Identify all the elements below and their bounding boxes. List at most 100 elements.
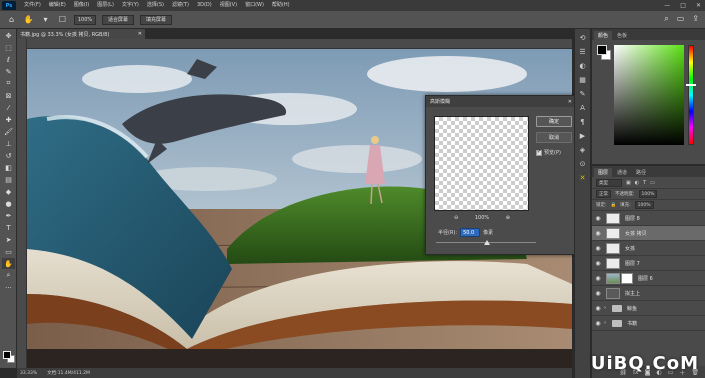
filter-shape-icon[interactable]: ▭ — [650, 180, 655, 186]
close-tab-icon[interactable]: ✕ — [138, 31, 142, 37]
workspace-icon[interactable]: ▭ — [677, 14, 685, 24]
history-brush-tool-icon[interactable]: ↺ — [2, 150, 15, 161]
maximize-button[interactable]: □ — [680, 2, 686, 9]
blur-tool-icon[interactable]: ◆ — [2, 186, 15, 197]
group-expand-chevron-icon[interactable]: › — [604, 305, 606, 311]
healing-brush-tool-icon[interactable]: ✚ — [2, 114, 15, 125]
visibility-eye-icon[interactable]: ◉ — [592, 305, 604, 312]
menu-filter[interactable]: 滤镜(T) — [168, 0, 193, 11]
clone-stamp-tool-icon[interactable]: ⊥ — [2, 138, 15, 149]
visibility-eye-icon[interactable]: ◉ — [592, 275, 604, 282]
menu-select[interactable]: 选择(S) — [143, 0, 168, 11]
lock-icon[interactable]: 🔒 — [611, 203, 617, 208]
preview-checkbox[interactable]: ✓ — [536, 149, 542, 156]
radius-input[interactable]: 50.0 — [460, 228, 481, 237]
share-icon[interactable]: ⇪ — [692, 14, 699, 24]
adjustments-panel-icon[interactable]: ◐ — [577, 60, 588, 71]
vertical-ruler[interactable] — [17, 39, 27, 368]
preview-checkbox-row[interactable]: ✓ 预览(P) — [536, 149, 561, 156]
layer-kind-filter[interactable]: 类型 — [596, 178, 622, 187]
eyedropper-tool-icon[interactable]: ⁄ — [2, 102, 15, 113]
quick-select-tool-icon[interactable]: ✎ — [2, 66, 15, 77]
styles-panel-icon[interactable]: ◈ — [577, 144, 588, 155]
crop-tool-icon[interactable]: ⌗ — [2, 78, 15, 89]
actions-panel-icon[interactable]: ▶ — [577, 130, 588, 141]
search-icon[interactable]: ⌕ — [664, 14, 668, 24]
scroll-all-windows-checkbox[interactable]: ☐ — [57, 14, 68, 25]
fit-screen-button[interactable]: 适合屏幕 — [102, 14, 135, 25]
rectangle-tool-icon[interactable]: ▭ — [2, 246, 15, 257]
pen-tool-icon[interactable]: ✒ — [2, 210, 15, 221]
type-tool-icon[interactable]: T — [2, 222, 15, 233]
blur-preview-pane[interactable] — [434, 116, 529, 211]
layer-group-row[interactable]: ◉ › 书籍 — [592, 316, 705, 331]
horizontal-ruler[interactable] — [27, 39, 572, 49]
filter-pixel-icon[interactable]: ▣ — [626, 180, 631, 186]
zoom-tool-icon[interactable]: ⌕ — [2, 270, 15, 281]
visibility-eye-icon[interactable]: ◉ — [592, 215, 604, 222]
visibility-eye-icon[interactable]: ◉ — [592, 230, 604, 237]
panel-foreground-swatch[interactable] — [597, 45, 607, 55]
blend-mode-select[interactable]: 正常 — [596, 190, 611, 198]
history-panel-icon[interactable]: ⟲ — [577, 32, 588, 43]
hue-slider[interactable] — [688, 45, 694, 145]
layer-row[interactable]: ◉ 拟主上 — [592, 286, 705, 301]
zoom-out-icon[interactable]: ⊖ — [454, 215, 458, 221]
foreground-color-swatch[interactable] — [3, 351, 11, 359]
eraser-tool-icon[interactable]: ◧ — [2, 162, 15, 173]
path-selection-tool-icon[interactable]: ➤ — [2, 234, 15, 245]
lasso-tool-icon[interactable]: ℓ — [2, 54, 15, 65]
dialog-close-icon[interactable]: ✕ — [568, 99, 572, 105]
opacity-field[interactable]: 100% — [638, 190, 658, 198]
navigator-panel-icon[interactable]: ⊙ — [577, 158, 588, 169]
properties-panel-icon[interactable]: ☰ — [577, 46, 588, 57]
tab-paths[interactable]: 路径 — [632, 168, 650, 177]
hand-tool-icon[interactable]: ✋ — [2, 258, 15, 269]
menu-3d[interactable]: 3D(D) — [193, 0, 216, 11]
zoom-in-icon[interactable]: ⊕ — [506, 215, 510, 221]
gradient-tool-icon[interactable]: ▤ — [2, 174, 15, 185]
status-zoom[interactable]: 33.33% — [20, 371, 37, 376]
more-tools-icon[interactable]: ··· — [2, 282, 15, 293]
close-window-button[interactable]: ✕ — [696, 2, 701, 9]
visibility-eye-icon[interactable]: ◉ — [592, 290, 604, 297]
visibility-eye-icon[interactable]: ◉ — [592, 260, 604, 267]
dodge-tool-icon[interactable]: ● — [2, 198, 15, 209]
home-icon[interactable]: ⌂ — [6, 14, 17, 25]
dialog-title-bar[interactable]: 高斯模糊 ✕ — [426, 96, 576, 107]
brushes-panel-icon[interactable]: ✎ — [577, 88, 588, 99]
layer-group-row[interactable]: ◉ › 鲸鱼 — [592, 301, 705, 316]
menu-layer[interactable]: 图层(L) — [93, 0, 118, 11]
tab-layers[interactable]: 图层 — [594, 168, 613, 177]
filter-adjust-icon[interactable]: ◐ — [635, 180, 639, 186]
menu-help[interactable]: 帮助(H) — [268, 0, 294, 11]
group-expand-chevron-icon[interactable]: › — [604, 320, 606, 326]
layer-row[interactable]: ◉ 图层 6 — [592, 271, 705, 286]
color-picker-field[interactable] — [614, 45, 684, 145]
tools-cross-icon[interactable]: ✕ — [577, 172, 588, 183]
tab-swatches[interactable]: 色板 — [613, 31, 631, 40]
fill-screen-button[interactable]: 填充屏幕 — [140, 14, 173, 25]
tab-color[interactable]: 颜色 — [594, 31, 613, 40]
marquee-tool-icon[interactable]: ⬚ — [2, 42, 15, 53]
libraries-panel-icon[interactable]: ▦ — [577, 74, 588, 85]
menu-file[interactable]: 文件(F) — [20, 0, 45, 11]
layer-row[interactable]: ◉ 图层 7 — [592, 256, 705, 271]
hue-slider-marker[interactable] — [686, 84, 696, 86]
layer-row[interactable]: ◉ 女孩 — [592, 241, 705, 256]
menu-window[interactable]: 窗口(W) — [241, 0, 268, 11]
radius-slider-thumb[interactable] — [484, 240, 490, 245]
cancel-button[interactable]: 取消 — [536, 132, 572, 143]
menu-type[interactable]: 文字(Y) — [118, 0, 143, 11]
hand-tool-icon[interactable]: ✋ — [23, 14, 34, 25]
fill-field[interactable]: 100% — [634, 201, 654, 209]
menu-view[interactable]: 视图(V) — [216, 0, 241, 11]
minimize-button[interactable]: — — [664, 2, 670, 9]
layer-row[interactable]: ◉ 图层 8 — [592, 211, 705, 226]
layer-mask-thumbnail[interactable] — [621, 272, 633, 284]
frame-tool-icon[interactable]: ⊠ — [2, 90, 15, 101]
character-panel-icon[interactable]: A — [577, 102, 588, 113]
zoom-level-field[interactable]: 100% — [74, 14, 96, 25]
tab-channels[interactable]: 通道 — [613, 168, 631, 177]
visibility-eye-icon[interactable]: ◉ — [592, 245, 604, 252]
